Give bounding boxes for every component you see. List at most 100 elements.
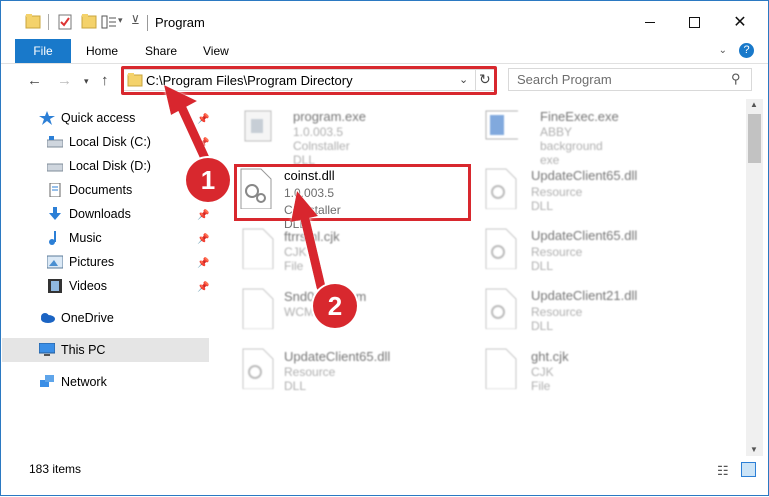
properties-icon[interactable] — [57, 13, 73, 31]
file-icon — [242, 288, 274, 329]
tab-file[interactable]: File — [15, 39, 71, 63]
sidebar-item-label: Quick access — [61, 111, 136, 125]
sidebar-item-label: Local Disk (D:) — [69, 159, 151, 173]
sidebar-item-pictures[interactable]: Pictures — [47, 251, 114, 273]
drive-icon — [47, 136, 63, 148]
sidebar-item-documents[interactable]: Documents — [47, 179, 132, 201]
minimize-button[interactable] — [627, 7, 673, 37]
back-icon[interactable]: ← — [27, 72, 42, 89]
file-version: 1.0.003.5 — [293, 125, 344, 139]
sidebar-item-music[interactable]: Music — [47, 227, 102, 249]
step-1-badge: 1 — [186, 158, 230, 202]
sidebar-item-onedrive[interactable]: OneDrive — [39, 307, 114, 329]
file-name: UpdateClient21.dll — [531, 288, 638, 303]
sidebar-item-videos[interactable]: Videos — [47, 275, 107, 297]
file-name: UpdateClient65.dll — [531, 168, 638, 183]
sidebar-item-local-disk-c[interactable]: Local Disk (C:) — [47, 131, 151, 153]
sidebar-item-downloads[interactable]: Downloads — [47, 203, 131, 225]
item-count: 183 items — [29, 462, 82, 476]
folder-icon — [25, 14, 41, 29]
search-icon[interactable]: ⚲ — [731, 71, 741, 87]
scroll-up-icon[interactable]: ▲ — [750, 100, 758, 109]
pin-icon[interactable]: 📌 — [197, 210, 209, 221]
sidebar-item-label: This PC — [61, 343, 106, 357]
sidebar-item-label: OneDrive — [61, 311, 114, 325]
music-icon — [49, 231, 56, 245]
file-description: Resource DLL — [284, 365, 336, 393]
sidebar-item-label: Local Disk (C:) — [69, 135, 151, 149]
star-icon — [39, 111, 55, 125]
window-title: Program — [155, 15, 205, 30]
pictures-icon — [47, 255, 63, 269]
pin-icon[interactable]: 📌 — [197, 282, 209, 293]
selected-highlight — [2, 338, 209, 362]
cloud-icon — [41, 313, 55, 323]
sidebar-item-label: Videos — [69, 279, 107, 293]
file-description: CJK File — [531, 365, 554, 393]
download-icon — [49, 207, 61, 220]
maximize-icon — [688, 16, 700, 28]
details-view-icon[interactable]: ☷ — [717, 463, 729, 479]
explorer-window: ▾ ⊻ Program ✕ File Home Share View ⌄ ? ←… — [0, 0, 769, 496]
recent-locations-icon[interactable]: ▾ — [84, 76, 89, 87]
up-icon[interactable]: ↑ — [101, 72, 109, 89]
file-name: program.exe — [293, 109, 366, 124]
forward-icon[interactable]: → — [57, 72, 72, 89]
dll-file-icon — [485, 228, 517, 269]
drive-icon — [47, 163, 63, 172]
chevron-down-icon[interactable]: ▾ — [118, 15, 123, 26]
dll-file-icon — [485, 288, 517, 329]
pin-icon[interactable]: 📌 — [197, 138, 209, 149]
sidebar-item-network[interactable]: Network — [39, 371, 107, 393]
dll-file-icon — [485, 168, 517, 209]
pin-icon[interactable]: 📌 — [197, 114, 209, 125]
step-2-badge: 2 — [313, 284, 357, 328]
pin-icon[interactable]: 📌 — [197, 258, 209, 269]
scrollbar-thumb[interactable] — [748, 114, 761, 163]
file-name: ftrrsml.cjk — [284, 229, 340, 244]
tab-share[interactable]: Share — [145, 44, 177, 58]
tab-view[interactable]: View — [203, 44, 229, 58]
maximize-button[interactable] — [671, 7, 717, 37]
application-icon — [244, 110, 272, 142]
file-name: UpdateClient65.dll — [531, 228, 638, 243]
file-description: CJK File — [284, 245, 307, 273]
search-placeholder: Search Program — [517, 72, 612, 87]
file-description: ABBY background exe — [540, 125, 603, 167]
sidebar-item-this-pc[interactable]: This PC — [39, 339, 105, 361]
file-name: FineExec.exe — [540, 109, 619, 124]
sidebar-item-local-disk-d[interactable]: Local Disk (D:) — [47, 155, 151, 177]
sidebar-item-label: Documents — [69, 183, 133, 197]
help-icon[interactable]: ? — [739, 43, 754, 58]
file-highlight — [234, 164, 471, 221]
title-bar: ▾ ⊻ Program ✕ — [1, 1, 768, 39]
address-highlight — [121, 66, 497, 95]
dll-file-icon — [242, 348, 274, 389]
view-options-icon[interactable] — [101, 13, 117, 31]
expand-ribbon-icon[interactable]: ⌄ — [719, 45, 727, 56]
sidebar-item-label: Downloads — [69, 207, 131, 221]
file-description: Resource DLL — [531, 185, 583, 213]
file-description: Resource DLL — [531, 245, 583, 273]
ribbon-tabs: File Home Share View ⌄ ? — [1, 39, 768, 64]
scroll-down-icon[interactable]: ▼ — [750, 445, 758, 454]
computer-icon — [39, 343, 55, 356]
videos-icon — [48, 279, 62, 293]
network-icon — [40, 375, 54, 387]
file-name: ght.cjk — [531, 349, 569, 364]
sidebar-item-quick-access[interactable]: Quick access — [39, 107, 135, 129]
file-description: Resource DLL — [531, 305, 583, 333]
customize-toolbar-icon[interactable]: ⊻ — [131, 13, 140, 27]
file-description: WCM — [284, 305, 314, 319]
pin-icon[interactable]: 📌 — [197, 234, 209, 245]
file-icon — [485, 348, 517, 389]
tab-home[interactable]: Home — [86, 44, 118, 58]
close-button[interactable]: ✕ — [717, 7, 763, 37]
new-folder-icon[interactable] — [81, 13, 97, 31]
close-icon: ✕ — [733, 14, 747, 31]
minimize-icon — [645, 21, 655, 23]
sidebar-item-label: Pictures — [69, 255, 115, 269]
sidebar-item-label: Network — [61, 375, 107, 389]
large-icons-view-icon[interactable] — [741, 462, 756, 477]
application-icon — [485, 110, 518, 140]
